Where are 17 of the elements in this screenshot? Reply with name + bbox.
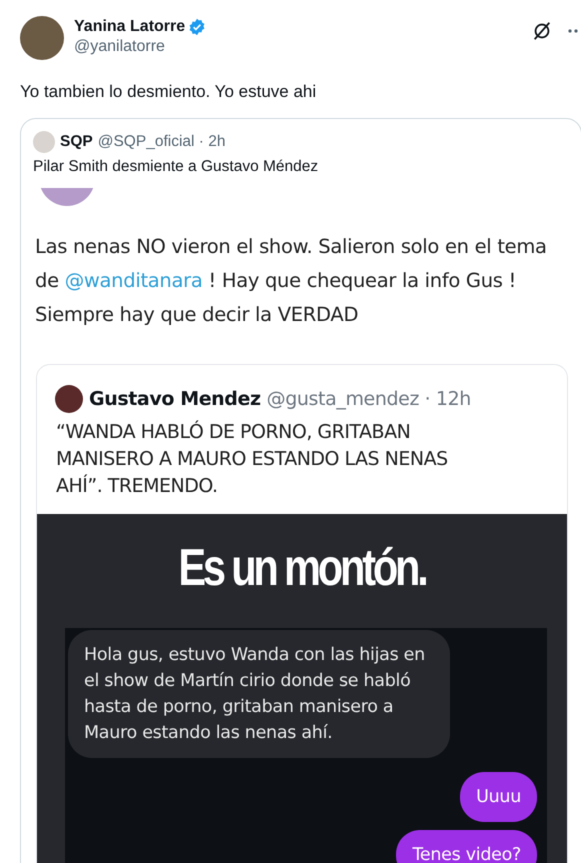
handle-time: @SQP_oficial · 2h: [98, 133, 226, 151]
avatar[interactable]: [20, 16, 64, 60]
sent-message: Tenes video?: [396, 830, 537, 863]
post-text: Las nenas NO vieron el show. Salieron solo en el tema de @wanditanara ! Hay que chequear la info Gus ! Siempre hay que decir la VERDAD: [34, 234, 548, 328]
quote-text: “WANDA HABLÓ DE PORNO, GRITABAN MANISERO A MAURO ESTANDO LAS NENAS AHÍ”. TREMENDO.: [55, 419, 449, 499]
handle-time: @gusta_mendez · 12h: [266, 388, 471, 410]
author-handle[interactable]: @yanilatorre: [74, 38, 521, 56]
quote-text: Pilar Smith desmiente a Gustavo Méndez: [32, 157, 320, 176]
avatar: [55, 385, 83, 413]
author-name: Gustavo Mendez: [89, 388, 261, 410]
headline: Es un montón.: [177, 540, 427, 596]
author-name[interactable]: SQP: [60, 133, 93, 151]
sent-message: Uuuu: [460, 772, 537, 822]
author-name[interactable]: Yanina Latorre: [74, 18, 186, 36]
received-message: Hola gus, estuvo Wanda con las hijas en el show de Martín cirio donde se habló hasta de porno, gritaban manisero a Mauro estando las nenas ahí.: [68, 630, 450, 758]
slashed-circle-icon[interactable]: [531, 20, 553, 42]
post-text: Yo tambien lo desmiento. Yo estuve ahi: [19, 81, 318, 102]
